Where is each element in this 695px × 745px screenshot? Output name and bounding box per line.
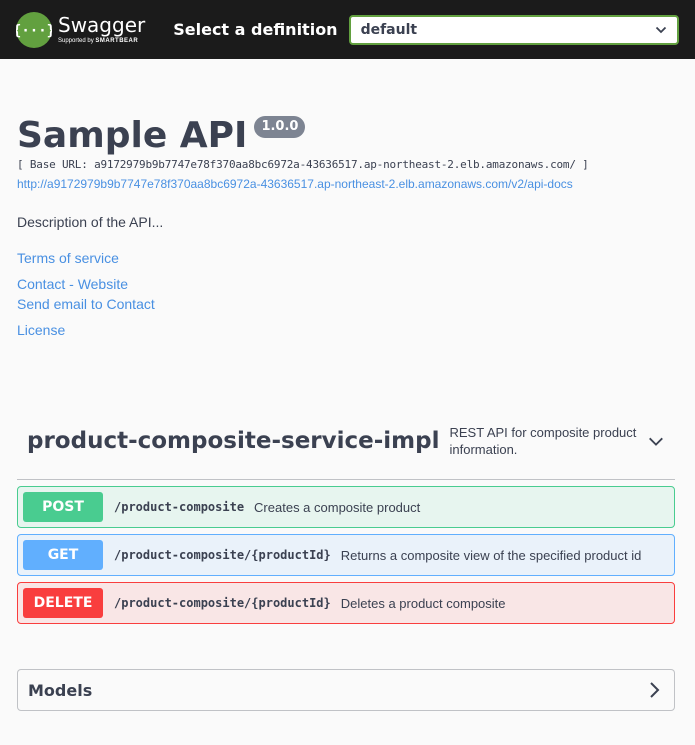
operation-path: /product-composite bbox=[114, 500, 245, 514]
operation-summary: Deletes a product composite bbox=[340, 595, 506, 611]
logo-title: Swagger bbox=[58, 13, 146, 37]
method-badge-delete: DELETE bbox=[23, 588, 103, 618]
contact-email-link[interactable]: Send email to Contact bbox=[17, 296, 678, 312]
definition-select-value: default bbox=[360, 21, 418, 38]
license-link[interactable]: License bbox=[17, 322, 678, 338]
swagger-logo[interactable]: {···} Swagger Supported by SMARTBEAR bbox=[16, 11, 146, 48]
contact-website-link[interactable]: Contact - Website bbox=[17, 276, 678, 292]
tag-description: REST API for composite product informati… bbox=[449, 424, 637, 457]
operation-get-product-composite[interactable]: GET /product-composite/{productId} Retur… bbox=[17, 534, 675, 576]
operation-post-product-composite[interactable]: POST /product-composite Creates a compos… bbox=[17, 486, 675, 528]
page-title: Sample API bbox=[17, 115, 248, 156]
version-badge: 1.0.0 bbox=[254, 116, 306, 138]
api-info: Sample API 1.0.0 [ Base URL: a9172979b9b… bbox=[0, 115, 695, 338]
operation-path: /product-composite/{productId} bbox=[114, 596, 331, 610]
method-badge-get: GET bbox=[23, 540, 103, 570]
operation-summary: Returns a composite view of the specifie… bbox=[340, 547, 642, 563]
tag-header[interactable]: product-composite-service-impl REST API … bbox=[17, 402, 675, 480]
operation-delete-product-composite[interactable]: DELETE /product-composite/{productId} De… bbox=[17, 582, 675, 624]
svg-text:{···}: {···} bbox=[16, 23, 52, 39]
operation-summary: Creates a composite product bbox=[254, 499, 421, 515]
models-section[interactable]: Models bbox=[17, 669, 675, 711]
terms-of-service-link[interactable]: Terms of service bbox=[17, 250, 678, 266]
operation-path: /product-composite/{productId} bbox=[114, 548, 331, 562]
method-badge-post: POST bbox=[23, 492, 103, 522]
definition-select[interactable]: default bbox=[348, 14, 679, 45]
base-url: [ Base URL: a9172979b9b7747e78f370aa8bc6… bbox=[17, 158, 589, 171]
chevron-down-icon bbox=[655, 26, 667, 33]
chevron-down-icon[interactable] bbox=[647, 431, 665, 451]
definition-label: Select a definition bbox=[173, 20, 338, 39]
chevron-right-icon[interactable] bbox=[644, 680, 664, 700]
models-title: Models bbox=[28, 680, 93, 700]
logo-subtitle: Supported by SMARTBEAR bbox=[58, 38, 139, 44]
topbar: {···} Swagger Supported by SMARTBEAR Sel… bbox=[0, 0, 695, 59]
api-description: Description of the API... bbox=[17, 214, 164, 230]
swagger-logo-icon: {···} bbox=[16, 11, 52, 48]
tag-name: product-composite-service-impl bbox=[27, 427, 440, 454]
operations-section: product-composite-service-impl REST API … bbox=[0, 402, 695, 624]
api-docs-link[interactable]: http://a9172979b9b7747e78f370aa8bc6972a-… bbox=[17, 177, 678, 191]
